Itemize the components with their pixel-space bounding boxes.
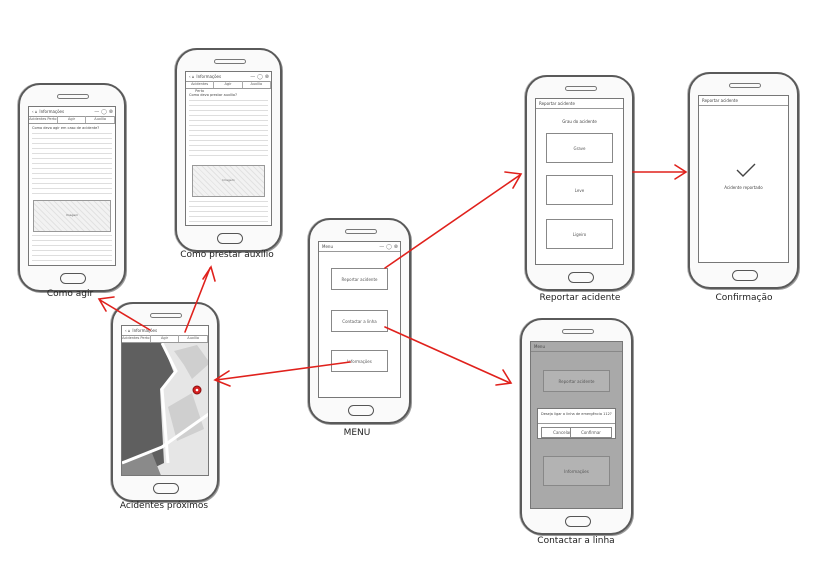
arrowhead-como-prestar [202, 265, 216, 282]
arrow-menu-to-acidentes [215, 361, 351, 381]
arrow-menu-to-reportar [384, 174, 521, 269]
flow-arrows [97, 164, 688, 387]
arrow-acidentes-to-como-prestar [184, 267, 211, 333]
arrow-acidentes-to-como-agir [99, 299, 151, 331]
arrow-menu-to-contactar [384, 326, 511, 384]
